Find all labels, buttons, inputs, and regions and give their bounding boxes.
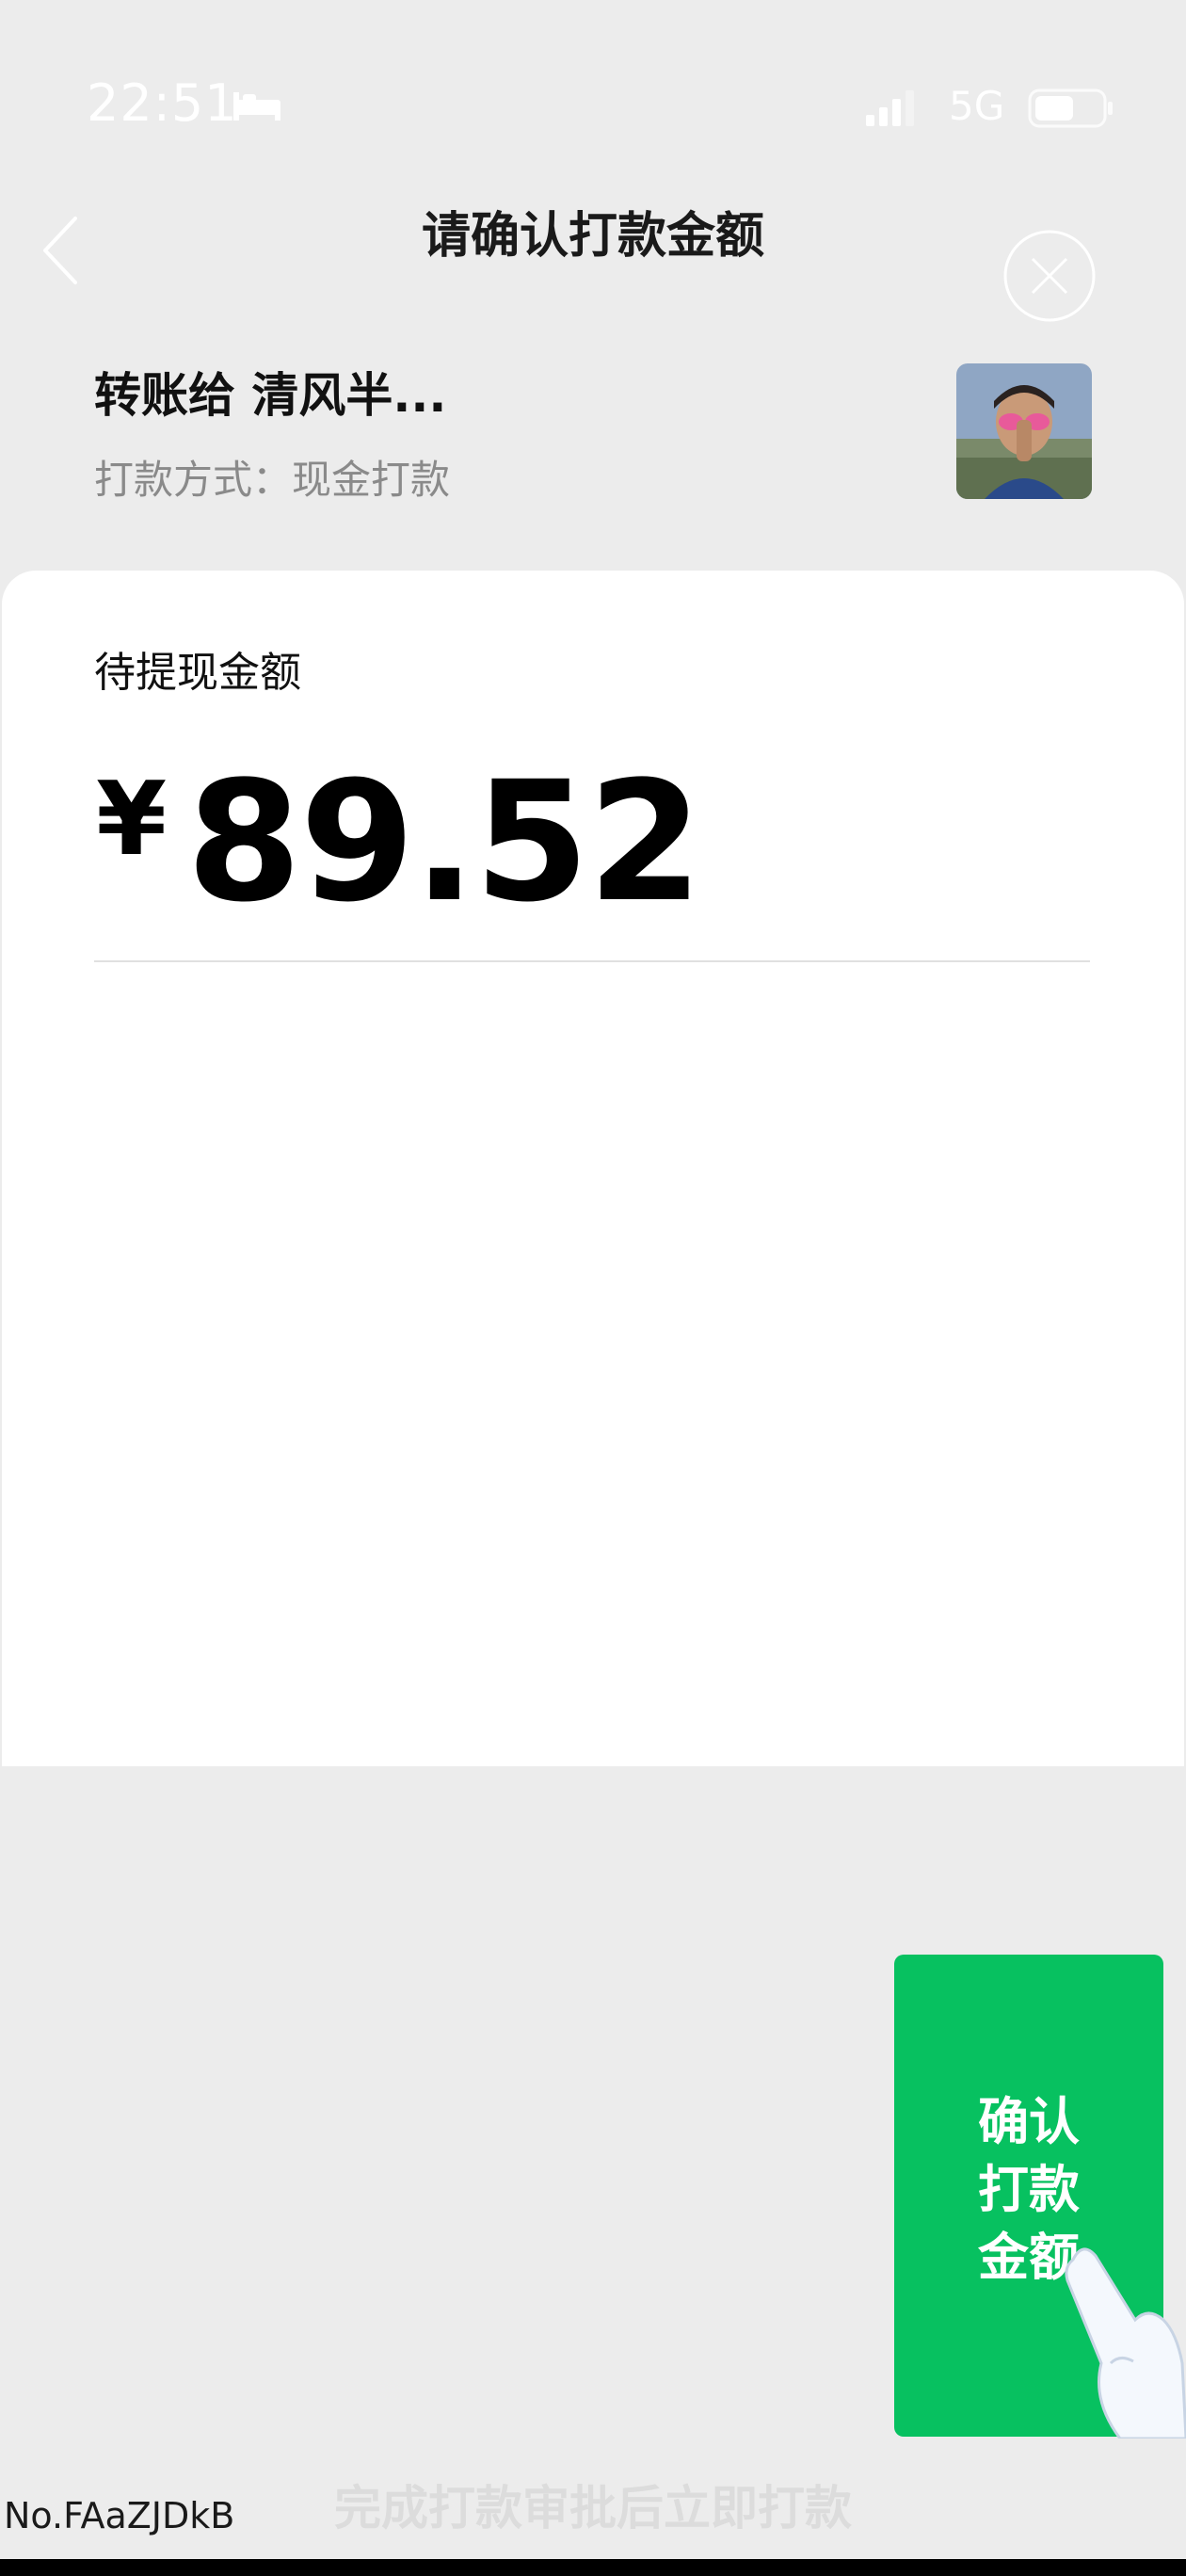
bed-icon <box>233 92 280 121</box>
divider <box>94 960 1090 962</box>
signal-icon <box>866 90 914 126</box>
bottom-bar <box>0 2559 1186 2576</box>
avatar[interactable] <box>956 363 1092 499</box>
confirm-line-2: 打款 <box>978 2160 1080 2219</box>
pending-amount-label: 待提现金额 <box>94 649 301 697</box>
amount-value: 89.52 <box>186 746 703 939</box>
network-type: 5G <box>949 83 1005 129</box>
pointing-hand-icon <box>1065 2247 1186 2439</box>
confirm-line-1: 确认 <box>978 2092 1080 2151</box>
status-time: 22:51 <box>87 73 238 133</box>
payment-method: 打款方式：现金打款 <box>94 457 451 503</box>
battery-icon <box>1028 89 1113 128</box>
currency-symbol: ¥ <box>96 761 168 878</box>
order-number: No.FAaZJDkB <box>4 2495 235 2536</box>
recipient-name: 转账给 清风半... <box>94 368 447 423</box>
close-icon[interactable] <box>1002 228 1098 324</box>
